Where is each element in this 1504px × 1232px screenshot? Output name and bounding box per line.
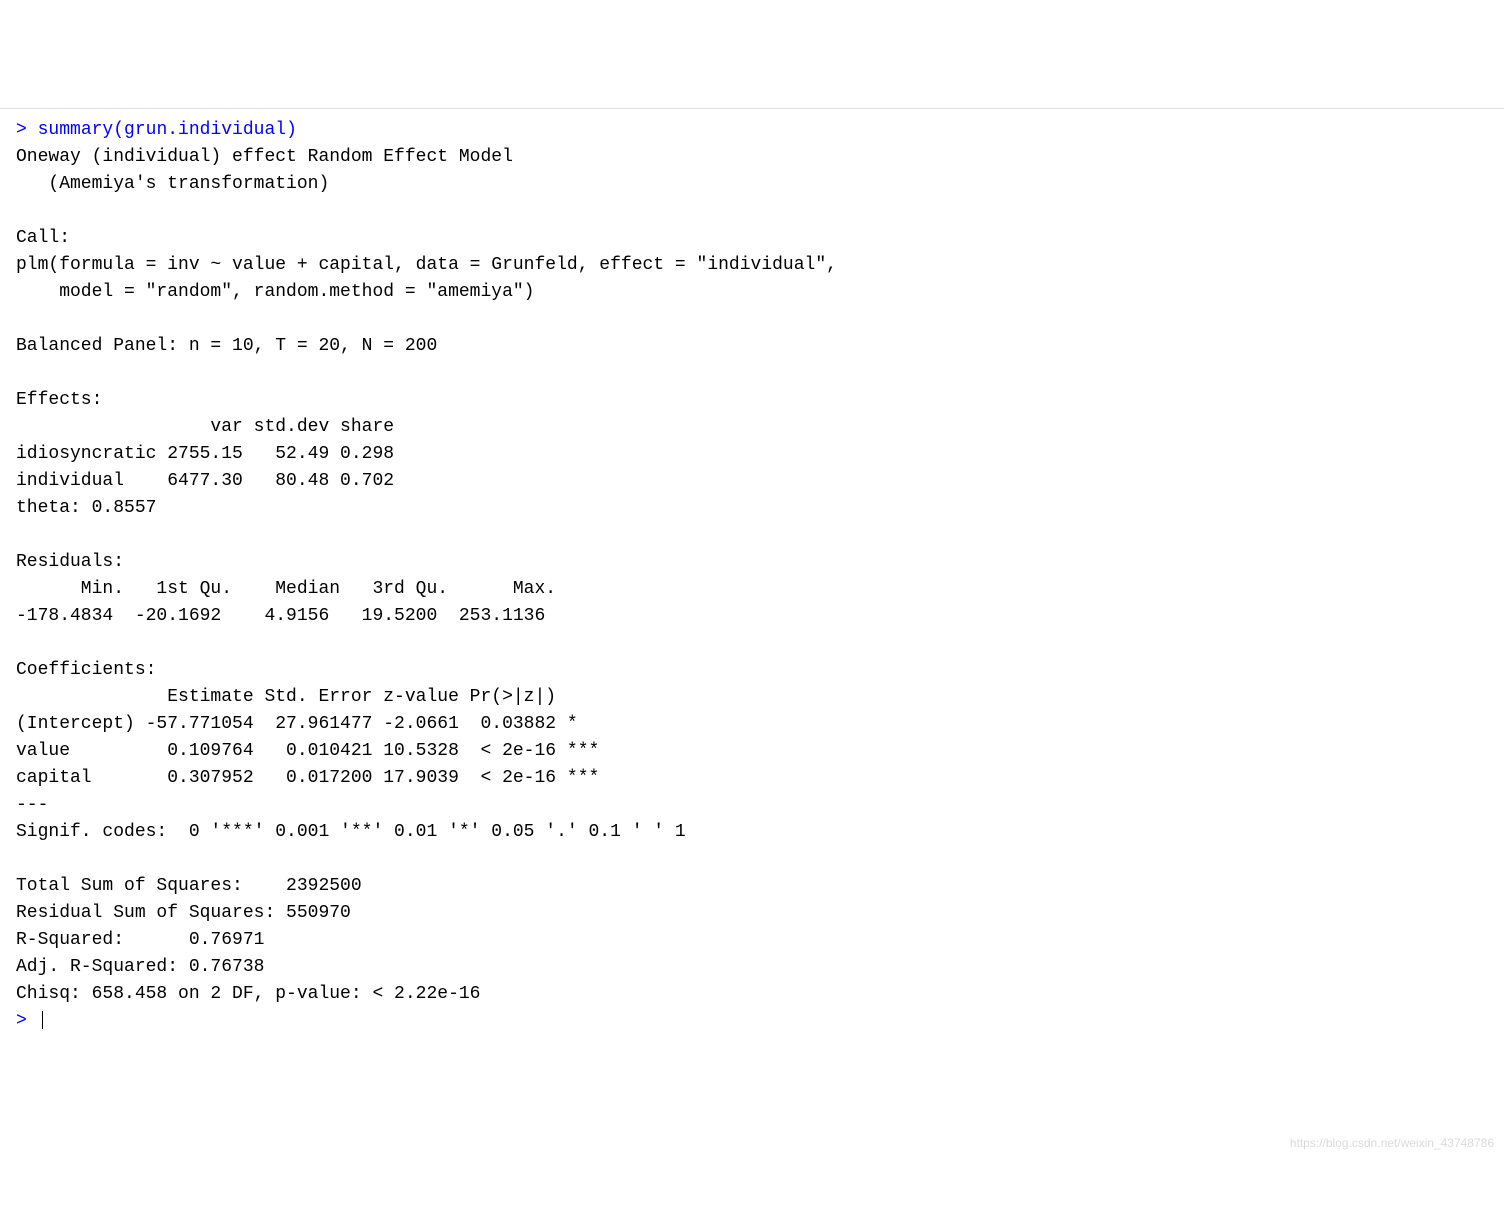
panel-info: Balanced Panel: n = 10, T = 20, N = 200 bbox=[16, 336, 437, 356]
effects-label: Effects: bbox=[16, 390, 102, 410]
prompt-char: > bbox=[16, 120, 27, 140]
model-title: Oneway (individual) effect Random Effect… bbox=[16, 147, 513, 167]
signif-codes: Signif. codes: 0 '***' 0.001 '**' 0.01 '… bbox=[16, 822, 686, 842]
text-cursor bbox=[42, 1011, 43, 1029]
call-line-2: model = "random", random.method = "amemi… bbox=[16, 282, 534, 302]
prompt-char-next: > bbox=[16, 1011, 27, 1031]
residuals-values: -178.4834 -20.1692 4.9156 19.5200 253.11… bbox=[16, 606, 556, 626]
call-line-1: plm(formula = inv ~ value + capital, dat… bbox=[16, 255, 848, 275]
coef-intercept: (Intercept) -57.771054 27.961477 -2.0661… bbox=[16, 714, 599, 734]
coef-separator: --- bbox=[16, 795, 48, 815]
total-ss: Total Sum of Squares: 2392500 bbox=[16, 876, 362, 896]
residuals-label: Residuals: bbox=[16, 552, 124, 572]
residuals-header: Min. 1st Qu. Median 3rd Qu. Max. bbox=[16, 579, 567, 599]
r-squared: R-Squared: 0.76971 bbox=[16, 930, 264, 950]
call-label: Call: bbox=[16, 228, 70, 248]
coef-header: Estimate Std. Error z-value Pr(>|z|) bbox=[16, 687, 599, 707]
effects-header: var std.dev share bbox=[16, 417, 394, 437]
coef-value: value 0.109764 0.010421 10.5328 < 2e-16 … bbox=[16, 741, 599, 761]
theta: theta: 0.8557 bbox=[16, 498, 156, 518]
coef-capital: capital 0.307952 0.017200 17.9039 < 2e-1… bbox=[16, 768, 599, 788]
residual-ss: Residual Sum of Squares: 550970 bbox=[16, 903, 351, 923]
r-console[interactable]: > summary(grun.individual) Oneway (indiv… bbox=[0, 108, 1504, 1043]
effects-individual: individual 6477.30 80.48 0.702 bbox=[16, 471, 394, 491]
r-command: summary(grun.individual) bbox=[38, 120, 297, 140]
chisq: Chisq: 658.458 on 2 DF, p-value: < 2.22e… bbox=[16, 984, 480, 1004]
adj-r-squared: Adj. R-Squared: 0.76738 bbox=[16, 957, 264, 977]
transformation-line: (Amemiya's transformation) bbox=[16, 174, 329, 194]
effects-idiosyncratic: idiosyncratic 2755.15 52.49 0.298 bbox=[16, 444, 394, 464]
watermark: https://blog.csdn.net/weixin_43748786 bbox=[1290, 1134, 1494, 1152]
coefficients-label: Coefficients: bbox=[16, 660, 156, 680]
